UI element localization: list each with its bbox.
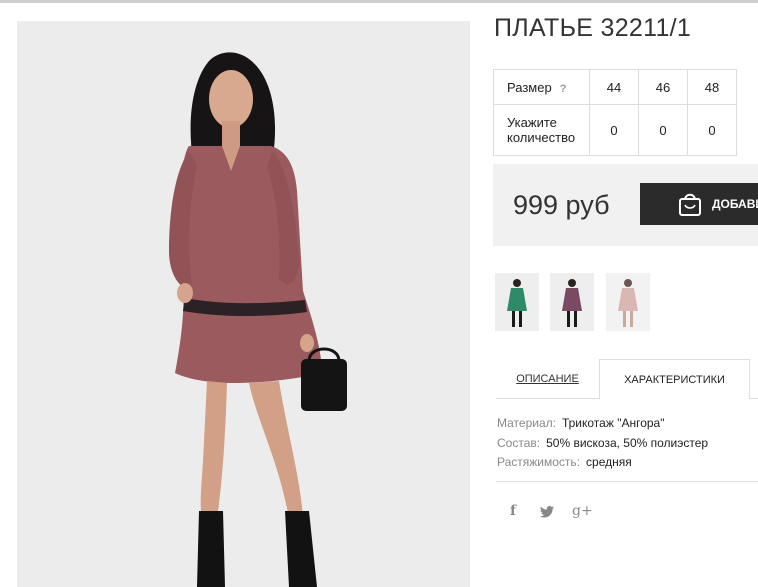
thumbnail-pink[interactable] <box>606 273 650 331</box>
characteristic-row: Материал: Трикотаж "Ангора" <box>497 414 708 434</box>
size-48: 48 <box>687 69 737 105</box>
thumbnail-green-image <box>495 273 539 331</box>
product-tabs: ОПИСАНИЕ ХАРАКТЕРИСТИКИ <box>496 359 758 399</box>
thumbnail-green[interactable] <box>495 273 539 331</box>
googleplus-icon[interactable]: g+ <box>572 503 593 519</box>
characteristic-row: Растяжимость: средняя <box>497 453 708 473</box>
add-to-cart-button[interactable]: ДОБАВИ <box>640 183 758 225</box>
size-44: 44 <box>589 69 639 105</box>
social-divider <box>496 481 758 482</box>
help-icon[interactable]: ? <box>560 83 567 95</box>
tab-description[interactable]: ОПИСАНИЕ <box>496 359 599 399</box>
price: 999 руб <box>513 190 610 220</box>
product-title: ПЛАТЬЕ 32211/1 <box>494 14 692 42</box>
quantity-label-line1: Укажите <box>507 115 557 130</box>
tab-divider-right <box>750 398 758 399</box>
product-photo[interactable] <box>17 21 470 587</box>
thumbnail-pink-image <box>606 273 650 331</box>
size-label-cell: Размер? <box>493 69 590 105</box>
quantity-input-48[interactable]: 0 <box>687 104 737 156</box>
quantity-label-line2: количество <box>507 130 576 145</box>
quantity-input-46[interactable]: 0 <box>638 104 688 156</box>
add-to-cart-label: ДОБАВИ <box>712 197 758 211</box>
characteristic-row: Состав: 50% вискоза, 50% полиэстер <box>497 434 708 454</box>
characteristic-value: средняя <box>586 455 632 469</box>
quantity-input-44[interactable]: 0 <box>589 104 639 156</box>
shopping-bag-icon <box>679 193 701 216</box>
quantity-row: Укажите количество 0 0 0 <box>493 104 737 156</box>
twitter-bird-shape <box>540 506 554 518</box>
thumbnail-plum-image <box>550 273 594 331</box>
price-box: 999 руб ДОБАВИ <box>493 164 758 246</box>
size-label: Размер <box>507 79 552 95</box>
characteristic-key: Растяжимость: <box>497 455 581 469</box>
size-quantity-table: Размер? 44 46 48 Укажите количество 0 0 … <box>493 69 737 156</box>
characteristic-value: 50% вискоза, 50% полиэстер <box>546 435 709 450</box>
facebook-icon[interactable]: f <box>510 503 516 519</box>
model-illustration <box>17 21 470 587</box>
twitter-icon[interactable] <box>540 505 554 521</box>
characteristic-value: Трикотаж "Ангора" <box>561 416 665 430</box>
characteristic-key: Состав: <box>497 435 541 450</box>
top-border <box>0 0 758 3</box>
characteristic-key: Материал: <box>497 416 556 430</box>
thumbnail-plum[interactable] <box>550 273 594 331</box>
characteristics-list: Материал: Трикотаж "Ангора" Состав: 50% ви… <box>497 414 708 473</box>
tab-divider <box>496 398 599 399</box>
size-row: Размер? 44 46 48 <box>493 69 737 105</box>
tab-characteristics[interactable]: ХАРАКТЕРИСТИКИ <box>599 359 750 399</box>
quantity-label-cell: Укажите количество <box>493 104 590 156</box>
size-46: 46 <box>638 69 688 105</box>
